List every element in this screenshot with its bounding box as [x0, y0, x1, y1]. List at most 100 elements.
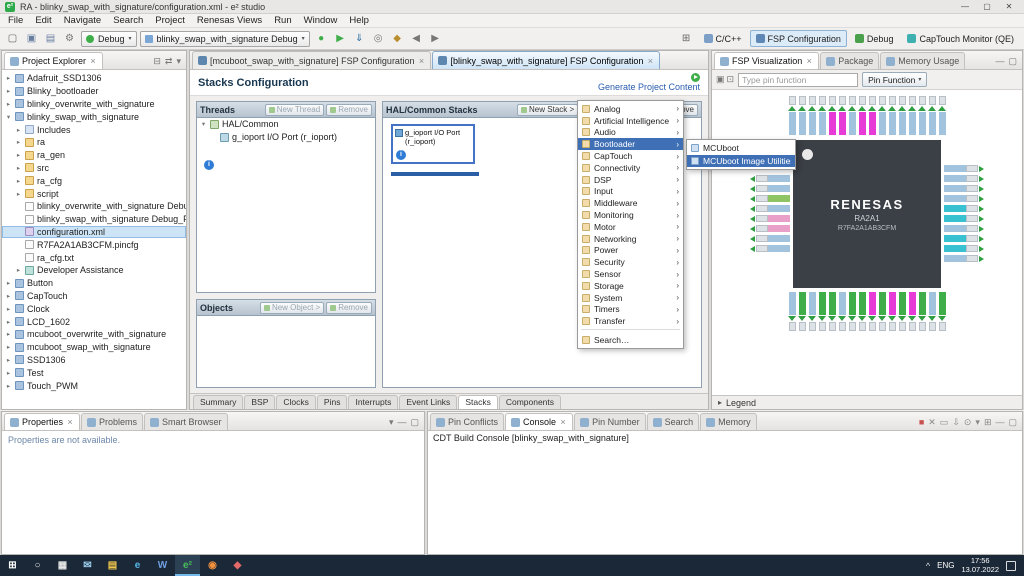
tree-item[interactable]: ▸ Button — [2, 277, 186, 290]
legend-bar[interactable]: Legend — [712, 395, 1022, 409]
pin[interactable] — [944, 175, 985, 182]
file-explorer-icon[interactable]: ▤ — [100, 555, 125, 576]
close-icon[interactable] — [89, 57, 97, 65]
context-menu-item[interactable]: Timers — [578, 304, 683, 316]
editor-bottom-tab[interactable]: Event Links — [399, 395, 457, 409]
editor-tab[interactable]: [blinky_swap_with_signature] FSP Configu… — [432, 51, 660, 69]
link-with-editor-icon[interactable]: ⇄ — [165, 57, 173, 66]
tree-item[interactable]: ▸ Touch_PWM — [2, 379, 186, 392]
context-menu-item[interactable]: Monitoring — [578, 209, 683, 221]
editor-bottom-tab[interactable]: Clocks — [276, 395, 316, 409]
zoom-fit-icon[interactable]: ⊡ — [727, 75, 735, 84]
expand-arrow-icon[interactable]: ▸ — [15, 151, 22, 159]
pin[interactable] — [828, 96, 836, 135]
context-menu-item[interactable]: Power — [578, 245, 683, 257]
editor-tab[interactable]: [mcuboot_swap_with_signature] FSP Config… — [192, 51, 431, 69]
pin[interactable] — [944, 205, 985, 212]
context-menu-item[interactable]: Sensor — [578, 268, 683, 280]
launch-config-dropdown[interactable]: blinky_swap_with_signature Debug ▾ — [140, 31, 310, 47]
expand-arrow-icon[interactable]: ▸ — [5, 279, 12, 287]
expand-arrow-icon[interactable]: ▸ — [5, 356, 12, 364]
maximize-view-icon[interactable]: ▢ — [410, 418, 419, 427]
tree-item[interactable]: ▸ CapTouch — [2, 290, 186, 303]
pin[interactable] — [898, 292, 906, 331]
console-tab[interactable]: Search — [647, 413, 700, 430]
context-menu-item[interactable]: Storage — [578, 280, 683, 292]
editor-bottom-tab[interactable]: Interrupts — [348, 395, 398, 409]
pin[interactable] — [944, 215, 985, 222]
edge-icon[interactable]: e — [125, 555, 150, 576]
expand-arrow-icon[interactable]: ▸ — [5, 318, 12, 326]
editor-bottom-tab[interactable]: BSP — [244, 395, 275, 409]
menu-item[interactable]: Run — [268, 14, 297, 28]
pin[interactable] — [828, 292, 836, 331]
generate-project-content-link[interactable]: Generate Project Content — [598, 82, 700, 92]
open-perspective-icon[interactable]: ⊞ — [678, 30, 695, 47]
console-tab[interactable]: Pin Number — [574, 413, 646, 430]
pin[interactable] — [944, 165, 985, 172]
pin[interactable] — [918, 96, 926, 135]
minimize-view-icon[interactable]: — — [995, 418, 1004, 427]
build-icon[interactable]: ⚙ — [61, 30, 78, 47]
pin[interactable] — [818, 96, 826, 135]
pin[interactable] — [944, 225, 985, 232]
menu-item[interactable]: Window — [298, 14, 344, 28]
expand-arrow-icon[interactable]: ▾ — [200, 120, 207, 128]
tree-item[interactable]: ▸ ra — [2, 136, 186, 149]
tree-item[interactable]: ▸ src — [2, 162, 186, 175]
save-icon[interactable]: ▣ — [23, 30, 40, 47]
expand-arrow-icon[interactable]: ▸ — [15, 164, 22, 172]
back-icon[interactable]: ◀ — [408, 30, 425, 47]
tree-item[interactable]: blinky_swap_with_signature Debug_Flat.la… — [2, 213, 186, 226]
perspective-c-cpp[interactable]: C/C++ — [698, 30, 748, 47]
collapse-all-icon[interactable]: ⊟ — [153, 57, 161, 66]
panel-button[interactable]: New Thread — [265, 104, 324, 116]
context-menu-item[interactable]: DSP — [578, 174, 683, 186]
perspective-captouch-monitor[interactable]: CapTouch Monitor (QE) — [901, 30, 1020, 47]
expand-arrow-icon[interactable]: ▸ — [5, 369, 12, 377]
e2-studio-icon[interactable]: e² — [175, 555, 200, 576]
properties-tab[interactable]: Smart Browser — [144, 413, 228, 430]
context-menu-item[interactable]: Analog — [578, 103, 683, 115]
pin[interactable] — [944, 245, 985, 252]
menu-item[interactable]: Navigate — [58, 14, 108, 28]
pin[interactable] — [798, 292, 806, 331]
close-icon[interactable] — [66, 418, 74, 426]
pin[interactable] — [944, 185, 985, 192]
pin[interactable] — [848, 96, 856, 135]
visualization-tab[interactable]: FSP Visualization — [714, 52, 819, 69]
info-icon[interactable] — [396, 150, 406, 160]
perspective-debug[interactable]: Debug — [849, 30, 900, 47]
editor-bottom-tab[interactable]: Stacks — [458, 395, 498, 409]
display-console-icon[interactable]: ▾ — [975, 418, 980, 427]
tree-item[interactable]: configuration.xml — [2, 226, 186, 239]
debug-icon[interactable]: ● — [313, 30, 330, 47]
generate-icon[interactable] — [691, 73, 700, 82]
tree-item[interactable]: ▸ mcuboot_overwrite_with_signature — [2, 328, 186, 341]
pin[interactable] — [944, 235, 985, 242]
tray-expand-icon[interactable]: ^ — [926, 561, 930, 571]
panel-button[interactable]: Remove — [326, 104, 372, 116]
pin[interactable] — [838, 292, 846, 331]
pin[interactable] — [878, 96, 886, 135]
pin[interactable] — [944, 255, 985, 262]
pin[interactable] — [749, 225, 790, 232]
context-menu-item[interactable]: Audio — [578, 127, 683, 139]
pin[interactable] — [749, 245, 790, 252]
flash-programmer-icon[interactable]: ⇓ — [351, 30, 368, 47]
tree-item[interactable]: ▾ blinky_swap_with_signature — [2, 110, 186, 123]
tree-item[interactable]: ▸ script — [2, 187, 186, 200]
pin[interactable] — [908, 96, 916, 135]
new-icon[interactable]: ▢ — [4, 30, 21, 47]
search-button[interactable]: ○ — [25, 555, 50, 576]
pin[interactable] — [848, 292, 856, 331]
context-menu-item[interactable]: Middleware — [578, 197, 683, 209]
context-menu-item[interactable]: Search… — [578, 334, 683, 346]
console-tab[interactable]: Memory — [700, 413, 757, 430]
submenu-item[interactable]: MCUboot — [687, 142, 795, 155]
minimize-button[interactable]: — — [955, 0, 975, 13]
save-image-icon[interactable]: ▣ — [716, 75, 725, 84]
language-indicator[interactable]: ENG — [937, 561, 954, 570]
expand-arrow-icon[interactable]: ▸ — [15, 190, 22, 198]
tab-project-explorer[interactable]: Project Explorer — [4, 52, 103, 69]
